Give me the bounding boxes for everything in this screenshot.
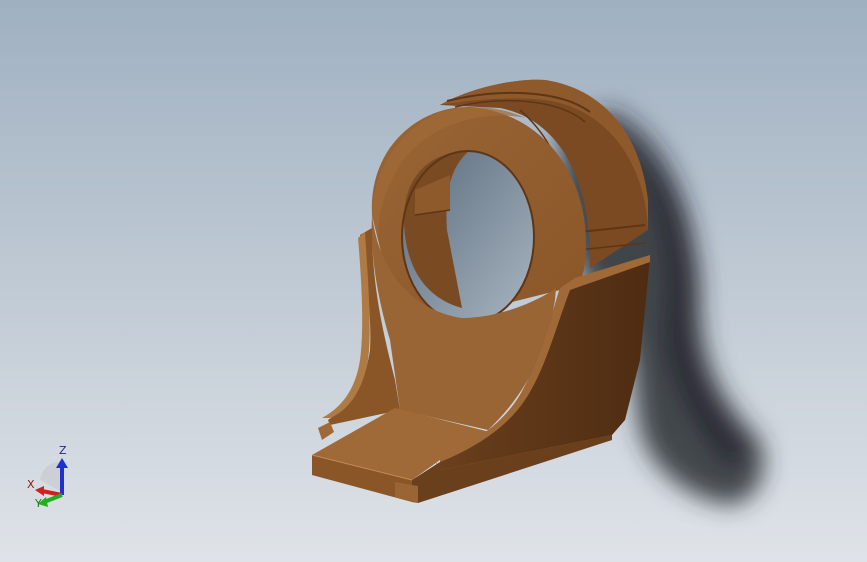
x-axis-label: X [27, 478, 35, 491]
z-axis-label: Z [59, 444, 67, 457]
y-axis-label: Y [35, 497, 42, 510]
graphics-viewport[interactable]: Z X Y [0, 0, 867, 562]
reference-triad[interactable]: Z X Y [22, 440, 82, 515]
3d-model-view[interactable] [0, 0, 867, 562]
